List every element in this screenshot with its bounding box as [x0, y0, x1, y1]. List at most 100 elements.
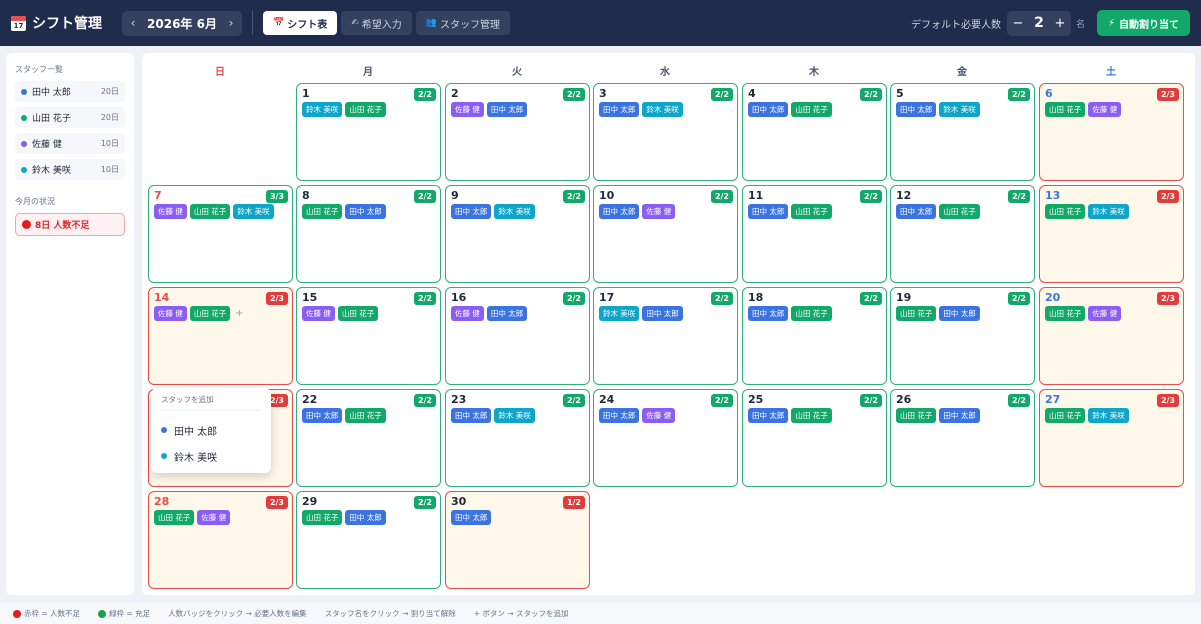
staff-chip[interactable]: 山田 花子 [791, 102, 832, 117]
staff-chip[interactable]: 山田 花子 [896, 306, 937, 321]
staff-count-badge[interactable]: 2/2 [562, 292, 585, 305]
staff-count-badge[interactable]: 2/2 [1007, 190, 1030, 203]
add-staff-button[interactable]: + [233, 306, 245, 321]
staff-count-badge[interactable]: 2/3 [265, 292, 288, 305]
staff-chip[interactable]: 田中 太郎 [748, 306, 789, 321]
staff-chip[interactable]: 田中 太郎 [599, 204, 640, 219]
popup-staff-option[interactable]: 鈴木 美咲 [161, 443, 261, 469]
staff-count-badge[interactable]: 3/3 [265, 190, 288, 203]
staff-chip[interactable]: 田中 太郎 [486, 102, 528, 117]
staff-count-badge[interactable]: 2/2 [562, 88, 585, 101]
day-cell[interactable]: 24 2/2 田中 太郎 佐藤 健 [593, 389, 738, 487]
staff-count-badge[interactable]: 2/2 [413, 292, 436, 305]
staff-count-badge[interactable]: 2/3 [1156, 190, 1179, 203]
staff-chip[interactable]: 山田 花子 [154, 510, 195, 525]
staff-chip[interactable]: 山田 花子 [791, 204, 832, 219]
staff-chip[interactable]: 田中 太郎 [896, 102, 937, 117]
staff-chip[interactable]: 田中 太郎 [642, 306, 683, 321]
day-cell[interactable]: 18 2/2 田中 太郎 山田 花子 [742, 287, 887, 385]
day-cell[interactable]: 2 2/2 佐藤 健田中 太郎 [445, 83, 590, 181]
day-cell[interactable]: 8 2/2 山田 花子 田中 太郎 [296, 185, 441, 283]
staff-chip[interactable]: 鈴木 美咲 [599, 306, 640, 321]
day-cell[interactable]: 19 2/2 山田 花子 田中 太郎 [890, 287, 1035, 385]
day-cell[interactable]: 11 2/2 田中 太郎 山田 花子 [742, 185, 887, 283]
day-cell[interactable]: 22 2/2 田中 太郎 山田 花子 [296, 389, 441, 487]
staff-chip[interactable]: 田中 太郎 [486, 306, 528, 321]
staff-chip[interactable]: 鈴木 美咲 [1088, 204, 1129, 219]
staff-count-badge[interactable]: 2/2 [413, 190, 436, 203]
staff-item[interactable]: 山田 花子 20日 [15, 107, 125, 128]
staff-count-badge[interactable]: 2/2 [562, 190, 585, 203]
auto-assign-button[interactable]: ⚡ 自動割り当て [1096, 10, 1190, 36]
staff-chip[interactable]: 鈴木 美咲 [494, 204, 535, 219]
staff-chip[interactable]: 田中 太郎 [939, 306, 980, 321]
staff-chip[interactable]: 佐藤 健 [1088, 102, 1122, 117]
tab-shift-table[interactable]: 📅 シフト表 [263, 11, 338, 35]
staff-chip[interactable]: 鈴木 美咲 [642, 102, 683, 117]
staff-count-badge[interactable]: 2/2 [859, 88, 882, 101]
day-cell[interactable]: 28 2/3 山田 花子 佐藤 健 [148, 491, 293, 589]
staff-count-badge[interactable]: 2/2 [413, 88, 436, 101]
staff-count-badge[interactable]: 2/3 [1156, 88, 1179, 101]
day-cell[interactable]: 15 2/2 佐藤 健山田 花子 [296, 287, 441, 385]
popup-staff-option[interactable]: 田中 太郎 [161, 417, 261, 443]
staff-chip[interactable]: 鈴木 美咲 [494, 408, 535, 423]
staff-chip[interactable]: 田中 太郎 [748, 204, 789, 219]
day-cell[interactable]: 3 2/2 田中 太郎 鈴木 美咲 [593, 83, 738, 181]
day-cell[interactable]: 27 2/3 山田 花子 鈴木 美咲 [1039, 389, 1184, 487]
day-cell[interactable]: 17 2/2 鈴木 美咲 田中 太郎 [593, 287, 738, 385]
staff-count-badge[interactable]: 2/2 [710, 394, 733, 407]
day-cell[interactable]: 16 2/2 佐藤 健田中 太郎 [445, 287, 590, 385]
staff-count-badge[interactable]: 2/3 [265, 496, 288, 509]
shortage-status[interactable]: 8日 人数不足 [15, 213, 125, 236]
staff-chip[interactable]: 佐藤 健 [197, 510, 231, 525]
staff-chip[interactable]: 田中 太郎 [451, 408, 492, 423]
day-cell[interactable]: 10 2/2 田中 太郎 佐藤 健 [593, 185, 738, 283]
next-month-button[interactable]: › [220, 16, 242, 30]
staff-chip[interactable]: 佐藤 健 [451, 306, 484, 321]
tab-staff-management[interactable]: 👥 スタッフ管理 [415, 11, 510, 35]
staff-count-badge[interactable]: 2/2 [562, 394, 585, 407]
staff-count-badge[interactable]: 2/2 [1007, 394, 1030, 407]
day-cell[interactable]: 30 1/2 田中 太郎 [445, 491, 590, 589]
staff-chip[interactable]: 田中 太郎 [345, 204, 386, 219]
day-cell[interactable]: 23 2/2 田中 太郎 鈴木 美咲 [445, 389, 590, 487]
staff-chip[interactable]: 佐藤 健 [302, 306, 335, 321]
day-cell[interactable]: 29 2/2 山田 花子 田中 太郎 [296, 491, 441, 589]
staff-count-badge[interactable]: 2/2 [859, 190, 882, 203]
staff-count-badge[interactable]: 1/2 [562, 496, 585, 509]
staff-chip[interactable]: 佐藤 健 [451, 102, 484, 117]
staff-chip[interactable]: 鈴木 美咲 [302, 102, 343, 117]
day-cell[interactable]: 9 2/2 田中 太郎 鈴木 美咲 [445, 185, 590, 283]
day-cell[interactable]: 12 2/2 田中 太郎 山田 花子 [890, 185, 1035, 283]
day-cell[interactable]: 5 2/2 田中 太郎 鈴木 美咲 [890, 83, 1035, 181]
day-cell[interactable]: 6 2/3 山田 花子 佐藤 健 [1039, 83, 1184, 181]
staff-chip[interactable]: 山田 花子 [345, 102, 386, 117]
staff-chip[interactable]: 田中 太郎 [896, 204, 937, 219]
staff-count-badge[interactable]: 2/3 [1156, 394, 1179, 407]
staff-chip[interactable]: 鈴木 美咲 [233, 204, 274, 219]
staff-chip[interactable]: 鈴木 美咲 [1088, 408, 1129, 423]
staff-chip[interactable]: 田中 太郎 [599, 408, 640, 423]
staff-chip[interactable]: 田中 太郎 [599, 102, 640, 117]
day-cell[interactable]: 14 2/3 佐藤 健山田 花子 + [148, 287, 293, 385]
staff-chip[interactable]: 佐藤 健 [1088, 306, 1122, 321]
staff-chip[interactable]: 鈴木 美咲 [939, 102, 980, 117]
staff-chip[interactable]: 田中 太郎 [748, 102, 789, 117]
staff-chip[interactable]: 佐藤 健 [642, 408, 676, 423]
prev-month-button[interactable]: ‹ [122, 16, 144, 30]
day-cell[interactable]: 4 2/2 田中 太郎 山田 花子 [742, 83, 887, 181]
staff-chip[interactable]: 佐藤 健 [642, 204, 676, 219]
staff-item[interactable]: 鈴木 美咲 10日 [15, 159, 125, 180]
day-cell[interactable]: 7 3/3 佐藤 健山田 花子 鈴木 美咲 [148, 185, 293, 283]
tab-preference-input[interactable]: ✍ 希望入力 [341, 11, 412, 35]
staff-count-badge[interactable]: 2/2 [1007, 292, 1030, 305]
staff-item[interactable]: 田中 太郎 20日 [15, 81, 125, 102]
staff-chip[interactable]: 山田 花子 [1045, 306, 1086, 321]
staff-chip[interactable]: 山田 花子 [345, 408, 386, 423]
decrement-button[interactable]: − [1007, 16, 1029, 31]
staff-count-badge[interactable]: 2/2 [859, 292, 882, 305]
staff-count-badge[interactable]: 2/2 [1007, 88, 1030, 101]
staff-chip[interactable]: 田中 太郎 [451, 204, 492, 219]
staff-chip[interactable]: 山田 花子 [939, 204, 980, 219]
